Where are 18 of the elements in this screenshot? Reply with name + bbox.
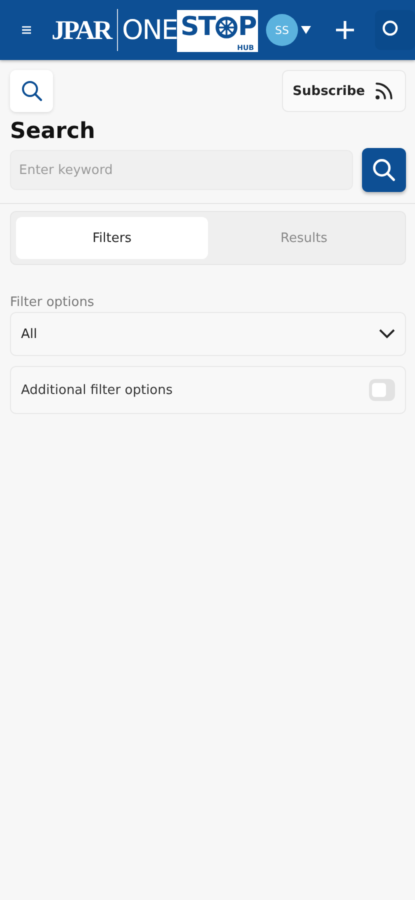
subscribe-button[interactable]: Subscribe — [282, 70, 406, 112]
chevron-icon — [379, 329, 395, 339]
caret-icon[interactable] — [301, 26, 311, 34]
tab[interactable]: Filters — [16, 217, 208, 259]
checkbox[interactable] — [369, 379, 395, 401]
search-button[interactable] — [375, 10, 415, 50]
brand-logo: JPAR — [51, 14, 110, 46]
option-label: Additional filter options — [21, 382, 173, 398]
plus-icon[interactable] — [335, 20, 355, 40]
wheel-icon — [214, 16, 238, 38]
logo-text: ONE — [122, 14, 178, 46]
rss-icon — [373, 80, 395, 102]
page-title: Search — [10, 119, 96, 144]
keyword-field[interactable]: Enter keyword — [10, 150, 353, 190]
field-label: Filter options — [10, 295, 96, 310]
search-toggle-button[interactable] — [10, 70, 53, 112]
search-button[interactable] — [362, 148, 406, 192]
filter-select[interactable]: All — [10, 312, 406, 356]
